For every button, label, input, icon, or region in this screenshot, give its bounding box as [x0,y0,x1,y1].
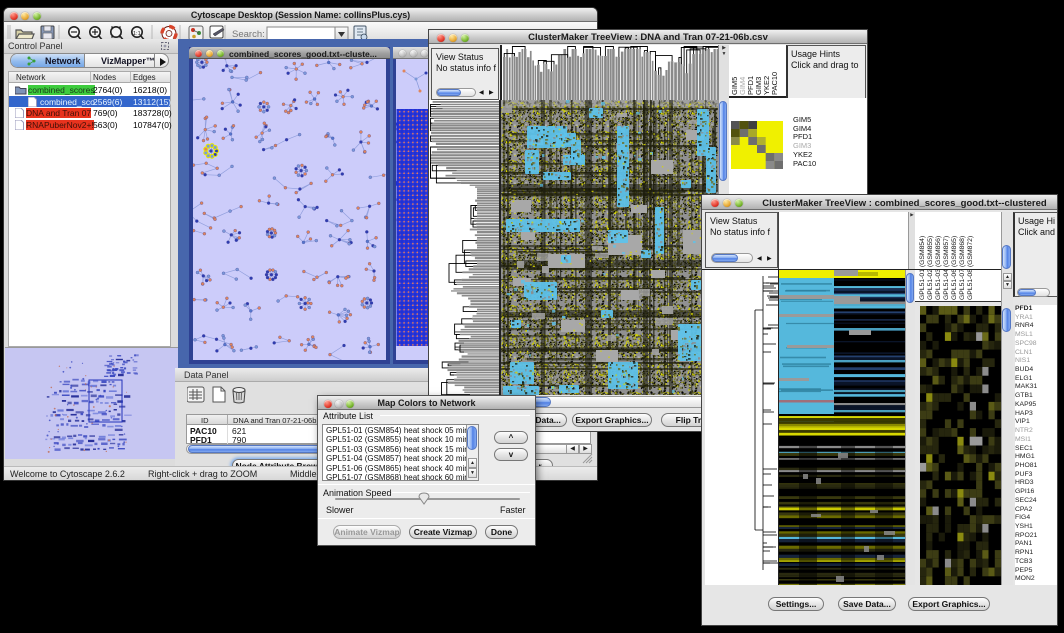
svg-text:GPL51-08 (GSM872): GPL51-08 (GSM872) [967,236,974,300]
svg-text:GPL51-01 (GSM854): GPL51-01 (GSM854) [919,236,926,300]
svg-text:GPL51-06 (GSM865): GPL51-06 (GSM865) [951,236,958,300]
svg-text:GPL51-03 (GSM856): GPL51-03 (GSM856) [935,236,942,300]
svg-text:GPL51-04 (GSM857): GPL51-04 (GSM857) [943,236,950,300]
svg-text:1:1: 1:1 [133,31,141,37]
svg-text:GPL51-02 (GSM855): GPL51-02 (GSM855) [927,236,934,300]
svg-text:GPL51-07 (GSM868): GPL51-07 (GSM868) [959,236,966,300]
svg-text:PAC10: PAC10 [770,72,779,95]
